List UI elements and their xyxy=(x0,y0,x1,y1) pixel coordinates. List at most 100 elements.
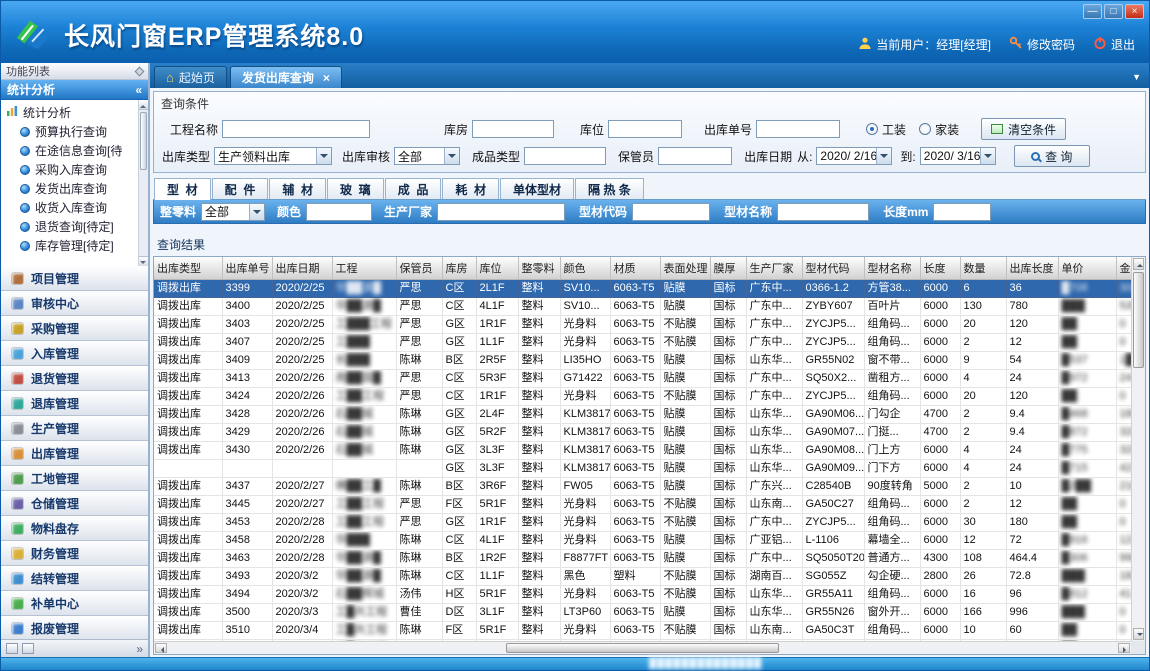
chevron-down-icon[interactable] xyxy=(316,148,331,164)
column-header[interactable]: 生产厂家 xyxy=(746,257,802,280)
logout-button[interactable]: 退出 xyxy=(1093,36,1135,53)
table-row[interactable]: 调拨出库34932020/3/2华██源█陈琳C区1L1F整料黑色塑料不贴膜国标… xyxy=(154,568,1131,586)
material-tab[interactable]: 成 品 xyxy=(385,178,442,199)
column-header[interactable]: 出库长度 xyxy=(1006,257,1058,280)
statistics-group-header[interactable]: 统计分析 « xyxy=(1,80,148,100)
table-row[interactable]: 调拨出库34282020/2/26石██城陈琳G区2L4F整料KLM381760… xyxy=(154,406,1131,424)
sidebar-accordion-item[interactable]: 工地管理 xyxy=(1,466,148,491)
sidebar-accordion-item[interactable]: 入库管理 xyxy=(1,341,148,366)
column-header[interactable]: 表面处理 xyxy=(660,257,710,280)
table-row[interactable]: 调拨出库34072020/2/25工███严思G区1L1F整料光身料6063-T… xyxy=(154,334,1131,352)
scroll-left-icon[interactable] xyxy=(155,643,167,653)
tree-root[interactable]: 统计分析 xyxy=(6,103,136,122)
table-row[interactable]: 调拨出库34942020/3/2石██辉城汤伟H区5R1F整料光身料6063-T… xyxy=(154,586,1131,604)
manufacturer-input[interactable] xyxy=(437,203,565,221)
scroll-thumb[interactable] xyxy=(140,112,147,170)
table-row[interactable]: 调拨出库35002020/3/3工█共工程曹佳D区3L1F整料LT3P60606… xyxy=(154,604,1131,622)
table-row[interactable]: 调拨出库35102020/3/4工█共工程陈琳F区5R1F整料光身料6063-T… xyxy=(154,622,1131,640)
profile-name-input[interactable] xyxy=(777,203,869,221)
column-header[interactable]: 库位 xyxy=(476,257,518,280)
table-row[interactable]: 调拨出库34002020/2/25华██源█严思C区4L1F整料SV10...6… xyxy=(154,298,1131,316)
material-tab[interactable]: 辅 材 xyxy=(269,178,326,199)
date-from-picker[interactable]: 2020/ 2/16 xyxy=(816,147,892,165)
project-name-input[interactable] xyxy=(222,120,370,138)
column-header[interactable]: 出库日期 xyxy=(272,257,332,280)
column-header[interactable]: 单价 xyxy=(1058,257,1116,280)
material-tab[interactable]: 配 件 xyxy=(212,178,269,199)
sidebar-accordion-item[interactable]: 物料盘存 xyxy=(1,516,148,541)
tab-start-page[interactable]: 起始页 xyxy=(154,66,227,88)
panel-icon[interactable] xyxy=(6,643,18,654)
scroll-down-icon[interactable] xyxy=(139,256,148,266)
scroll-thumb[interactable] xyxy=(506,643,780,653)
column-header[interactable]: 型材名称 xyxy=(864,257,920,280)
sidebar-accordion-item[interactable]: 采购管理 xyxy=(1,316,148,341)
zhenglingliao-select[interactable]: 全部 xyxy=(201,203,265,221)
sidebar-accordion-item[interactable]: 项目管理 xyxy=(1,266,148,291)
tree-item[interactable]: 采购入库查询 xyxy=(6,160,136,179)
column-header[interactable]: 库房 xyxy=(442,257,476,280)
scroll-thumb[interactable] xyxy=(1133,272,1144,368)
close-button[interactable]: × xyxy=(1125,4,1144,19)
column-header[interactable]: 出库类型 xyxy=(154,257,222,280)
location-input[interactable] xyxy=(608,120,682,138)
table-row[interactable]: 调拨出库34452020/2/27工██工程严思F区5R1F整料光身料6063-… xyxy=(154,496,1131,514)
column-header[interactable]: 出库单号 xyxy=(222,257,272,280)
color-input[interactable] xyxy=(306,203,372,221)
order-no-input[interactable] xyxy=(756,120,840,138)
sidebar-accordion-item[interactable]: 财务管理 xyxy=(1,541,148,566)
horizontal-scrollbar[interactable] xyxy=(154,641,1131,654)
sidebar-accordion-item[interactable]: 生产管理 xyxy=(1,416,148,441)
table-row[interactable]: 调拨出库34372020/2/27佛██工█陈琳B区3R6F整料FW056063… xyxy=(154,478,1131,496)
scroll-down-icon[interactable] xyxy=(1133,628,1144,640)
column-header[interactable]: 金 xyxy=(1116,257,1131,280)
tab-shipping-outbound-query[interactable]: 发货出库查询× xyxy=(230,66,342,88)
column-header[interactable]: 材质 xyxy=(610,257,660,280)
table-row[interactable]: 调拨出库34632020/2/28华██源█陈琳B区1R2F整料F8877FT6… xyxy=(154,550,1131,568)
table-row[interactable]: 调拨出库34292020/2/26石██城陈琳G区5R2F整料KLM381760… xyxy=(154,424,1131,442)
maximize-button[interactable]: □ xyxy=(1104,4,1123,19)
pin-icon[interactable] xyxy=(135,66,145,76)
tree-item[interactable]: 预算执行查询 xyxy=(6,122,136,141)
sidebar-accordion-item[interactable]: 退库管理 xyxy=(1,391,148,416)
chevron-down-icon[interactable] xyxy=(876,148,891,164)
sidebar-accordion-item[interactable]: 结转管理 xyxy=(1,566,148,591)
sidebar-accordion-item[interactable]: 审核中心 xyxy=(1,291,148,316)
length-input[interactable] xyxy=(933,203,991,221)
material-tab[interactable]: 单体型材 xyxy=(500,178,574,199)
table-row[interactable]: 调拨出库34532020/2/28工██工程严思G区1R1F整料光身料6063-… xyxy=(154,514,1131,532)
column-header[interactable]: 长度 xyxy=(920,257,960,280)
search-button[interactable]: 查 询 xyxy=(1014,145,1090,167)
tree-item[interactable]: 收货入库查询 xyxy=(6,198,136,217)
column-header[interactable]: 数量 xyxy=(960,257,1006,280)
column-header[interactable]: 工程 xyxy=(332,257,396,280)
column-header[interactable]: 整零料 xyxy=(518,257,560,280)
sidebar-accordion-item[interactable]: 退货管理 xyxy=(1,366,148,391)
radio-gongzhuang[interactable]: 工装 xyxy=(866,121,906,138)
table-row[interactable]: G区3L3F整料KLM38176063-T5贴膜国标山东华...GA90M09.… xyxy=(154,460,1131,478)
column-header[interactable]: 型材代码 xyxy=(802,257,864,280)
chevron-down-icon[interactable] xyxy=(249,204,264,220)
radio-jiazhuang[interactable]: 家装 xyxy=(919,121,959,138)
sidebar-accordion-item[interactable]: 出库管理 xyxy=(1,441,148,466)
material-tab[interactable]: 玻 璃 xyxy=(327,178,384,199)
chevron-down-icon[interactable] xyxy=(980,148,995,164)
column-header[interactable]: 保管员 xyxy=(396,257,442,280)
tree-item[interactable]: 发货出库查询 xyxy=(6,179,136,198)
tree-item[interactable]: 退货查询[待定] xyxy=(6,217,136,236)
date-to-picker[interactable]: 2020/ 3/16 xyxy=(920,147,996,165)
change-password-button[interactable]: 修改密码 xyxy=(1009,36,1075,53)
table-row[interactable]: 调拨出库33992020/2/25华██源█严思C区2L1F整料SV10...6… xyxy=(154,280,1131,298)
clear-conditions-button[interactable]: 清空条件 xyxy=(981,118,1066,140)
scroll-right-icon[interactable] xyxy=(1118,643,1130,653)
keeper-input[interactable] xyxy=(658,147,732,165)
monitor-icon[interactable] xyxy=(22,643,34,654)
column-header[interactable]: 膜厚 xyxy=(710,257,746,280)
table-row[interactable]: 调拨出库34132020/2/26南██国█严思C区5R3F整料G7142260… xyxy=(154,370,1131,388)
tree-item[interactable]: 在途信息查询[待 xyxy=(6,141,136,160)
scroll-up-icon[interactable] xyxy=(1133,258,1144,270)
tree-scrollbar[interactable] xyxy=(138,100,148,266)
sidebar-accordion-item[interactable]: 补单中心 xyxy=(1,591,148,616)
tab-list-chevron-icon[interactable]: ▼ xyxy=(1132,72,1141,82)
table-row[interactable]: 调拨出库34582020/2/28华███陈琳C区4L1F整料光身料6063-T… xyxy=(154,532,1131,550)
